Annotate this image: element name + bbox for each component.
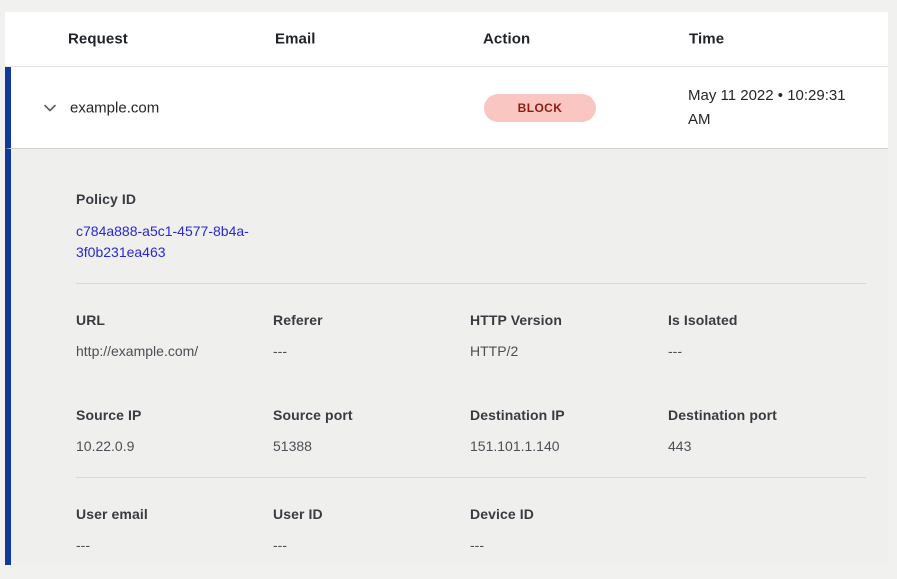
detail-field-value: 443 — [668, 436, 866, 457]
detail-field-destination-port: Destination port 443 — [668, 407, 866, 457]
column-header-action: Action — [483, 31, 530, 48]
divider — [76, 477, 866, 478]
detail-field-label: HTTP Version — [470, 312, 668, 328]
column-header-email: Email — [275, 31, 316, 48]
detail-field-label: Referer — [273, 312, 470, 328]
detail-field-label: Policy ID — [76, 191, 866, 207]
detail-field-label: Source IP — [76, 407, 273, 423]
column-header-request: Request — [68, 31, 128, 48]
detail-field-user-id: User ID --- — [273, 506, 470, 556]
detail-field-source-port: Source port 51388 — [273, 407, 470, 457]
log-row[interactable]: example.com BLOCK May 11 2022 • 10:29:31… — [5, 67, 888, 149]
table-header: Request Email Action Time — [5, 12, 888, 67]
detail-field-value: 51388 — [273, 436, 470, 457]
detail-field-label: Device ID — [470, 506, 668, 522]
detail-field-value: --- — [668, 341, 866, 362]
detail-field-device-id: Device ID --- — [470, 506, 668, 556]
detail-field-value: HTTP/2 — [470, 341, 668, 362]
detail-field-policy-id: Policy ID c784a888-a5c1-4577-8b4a-3f0b23… — [76, 191, 866, 263]
time-cell: May 11 2022 • 10:29:31 AM — [688, 84, 864, 132]
detail-field-value: --- — [470, 535, 668, 556]
detail-field-source-ip: Source IP 10.22.0.9 — [76, 407, 273, 457]
detail-field-value: --- — [273, 341, 470, 362]
user-fields-grid: User email --- User ID --- Device ID --- — [76, 506, 866, 556]
request-cell: example.com — [70, 99, 159, 116]
detail-field-value: 151.101.1.140 — [470, 436, 668, 457]
detail-field-label: Destination IP — [470, 407, 668, 423]
detail-field-http-version: HTTP Version HTTP/2 — [470, 312, 668, 362]
divider — [76, 283, 866, 284]
detail-field-value: 10.22.0.9 — [76, 436, 273, 457]
grid-spacer — [668, 506, 866, 556]
column-header-time: Time — [689, 31, 724, 48]
policy-id-link[interactable]: c784a888-a5c1-4577-8b4a-3f0b231ea463 — [76, 221, 276, 263]
log-details-panel: Policy ID c784a888-a5c1-4577-8b4a-3f0b23… — [5, 149, 888, 565]
detail-field-label: Source port — [273, 407, 470, 423]
gateway-logs-page: Request Email Action Time example.com BL… — [0, 12, 897, 579]
detail-field-value: http://example.com/ — [76, 341, 273, 362]
chevron-down-icon[interactable] — [41, 99, 59, 117]
detail-field-value: --- — [273, 535, 470, 556]
detail-field-label: User ID — [273, 506, 470, 522]
detail-field-destination-ip: Destination IP 151.101.1.140 — [470, 407, 668, 457]
detail-field-referer: Referer --- — [273, 312, 470, 362]
detail-field-url: URL http://example.com/ — [76, 312, 273, 362]
detail-field-label: User email — [76, 506, 273, 522]
detail-field-user-email: User email --- — [76, 506, 273, 556]
detail-field-value: --- — [76, 535, 273, 556]
detail-fields-grid: URL http://example.com/ Referer --- HTTP… — [76, 312, 866, 457]
detail-field-label: URL — [76, 312, 273, 328]
detail-field-label: Destination port — [668, 407, 866, 423]
detail-field-label: Is Isolated — [668, 312, 866, 328]
detail-field-is-isolated: Is Isolated --- — [668, 312, 866, 362]
logs-table: Request Email Action Time example.com BL… — [5, 12, 888, 565]
action-block-badge: BLOCK — [484, 94, 596, 122]
